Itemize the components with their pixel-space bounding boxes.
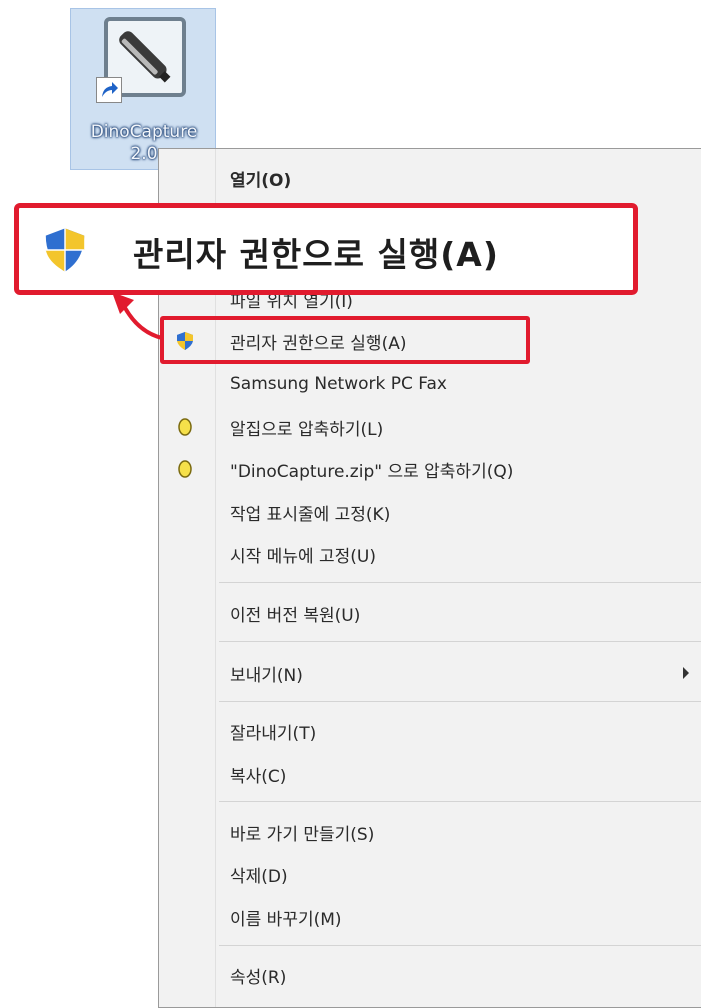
menu-item-label: 열기(O) [230,170,292,191]
menu-item-label: "DinoCapture.zip" 으로 압축하기(Q) [230,461,514,482]
menu-item-alzip-compress[interactable]: 알집으로 압축하기(L) [159,407,701,447]
menu-item-create-shortcut[interactable]: 바로 가기 만들기(S) [159,812,701,852]
menu-separator [219,801,701,802]
submenu-arrow-icon [683,667,689,679]
menu-separator [219,945,701,946]
alzip-egg-icon [178,460,192,478]
menu-item-label: 알집으로 압축하기(L) [230,419,384,440]
desktop-icon-name-line1: DinoCapture [90,122,198,142]
menu-item-label: 이전 버전 복원(U) [230,605,361,626]
menu-item-label: 이름 바꾸기(M) [230,909,342,930]
menu-item-restore-previous[interactable]: 이전 버전 복원(U) [159,593,701,633]
shortcut-arrow-icon [96,77,122,103]
menu-item-pin-taskbar[interactable]: 작업 표시줄에 고정(K) [159,492,701,532]
menu-item-zip-compress[interactable]: "DinoCapture.zip" 으로 압축하기(Q) [159,449,701,489]
menu-item-open[interactable]: 열기(O) [159,158,701,198]
menu-item-rename[interactable]: 이름 바꾸기(M) [159,897,701,937]
menu-item-send-to[interactable]: 보내기(N) [159,653,701,693]
menu-item-pin-start[interactable]: 시작 메뉴에 고정(U) [159,534,701,574]
menu-item-properties[interactable]: 속성(R) [159,955,701,995]
menu-item-cut[interactable]: 잘라내기(T) [159,711,701,751]
menu-item-label: 바로 가기 만들기(S) [230,824,375,845]
menu-item-label: 보내기(N) [230,665,303,686]
menu-item-copy[interactable]: 복사(C) [159,754,701,794]
menu-item-label: 시작 메뉴에 고정(U) [230,546,376,567]
menu-item-label: 복사(C) [230,766,287,787]
highlight-box-run-as-admin [160,316,530,364]
menu-item-delete[interactable]: 삭제(D) [159,854,701,894]
alzip-egg-icon [178,418,192,436]
menu-separator [219,641,701,642]
menu-separator [219,582,701,583]
menu-item-label: 삭제(D) [230,866,288,887]
desktop-shortcut-dinocapture[interactable]: DinoCapture 2.0 [70,8,216,170]
menu-item-label: 작업 표시줄에 고정(K) [230,504,391,525]
menu-item-label: 속성(R) [230,967,287,988]
menu-item-samsung-fax[interactable]: Samsung Network PC Fax [159,364,701,404]
uac-shield-icon [45,228,85,272]
menu-item-label: 잘라내기(T) [230,723,317,744]
menu-separator [219,701,701,702]
zoom-callout-label: 관리자 권한으로 실행(A) [133,235,499,274]
menu-item-label: Samsung Network PC Fax [230,374,447,394]
zoom-callout-run-as-admin: 관리자 권한으로 실행(A) [14,203,638,295]
